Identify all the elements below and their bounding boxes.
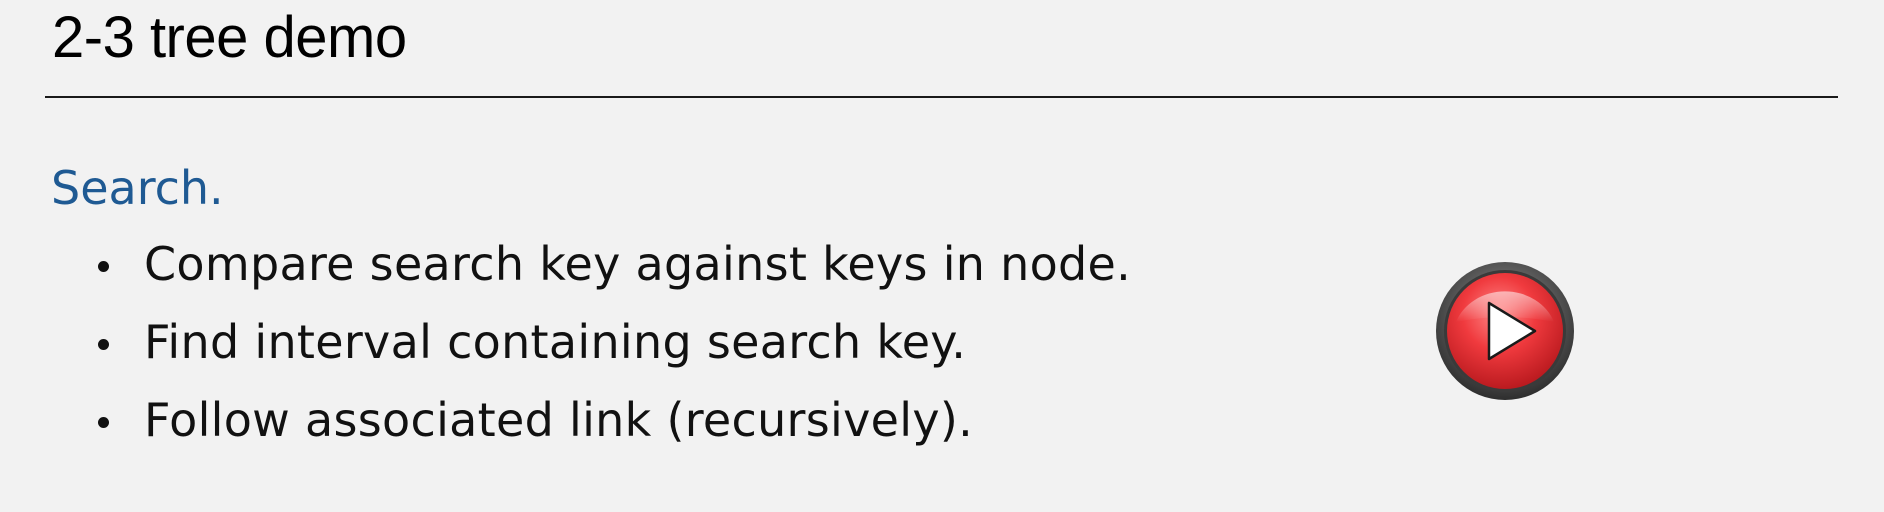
section-heading: Search.	[51, 161, 224, 215]
bullet-icon	[98, 339, 109, 350]
play-icon	[1436, 262, 1574, 400]
bullet-text: Compare search key against keys in node.	[144, 237, 1132, 291]
bullet-icon	[98, 261, 109, 272]
bullet-text: Find interval containing search key.	[144, 315, 967, 369]
play-button[interactable]	[1434, 260, 1576, 402]
bullet-text: Follow associated link (recursively).	[144, 393, 974, 447]
bullet-icon	[98, 417, 109, 428]
title-divider	[45, 96, 1838, 98]
slide-title: 2-3 tree demo	[52, 5, 407, 70]
